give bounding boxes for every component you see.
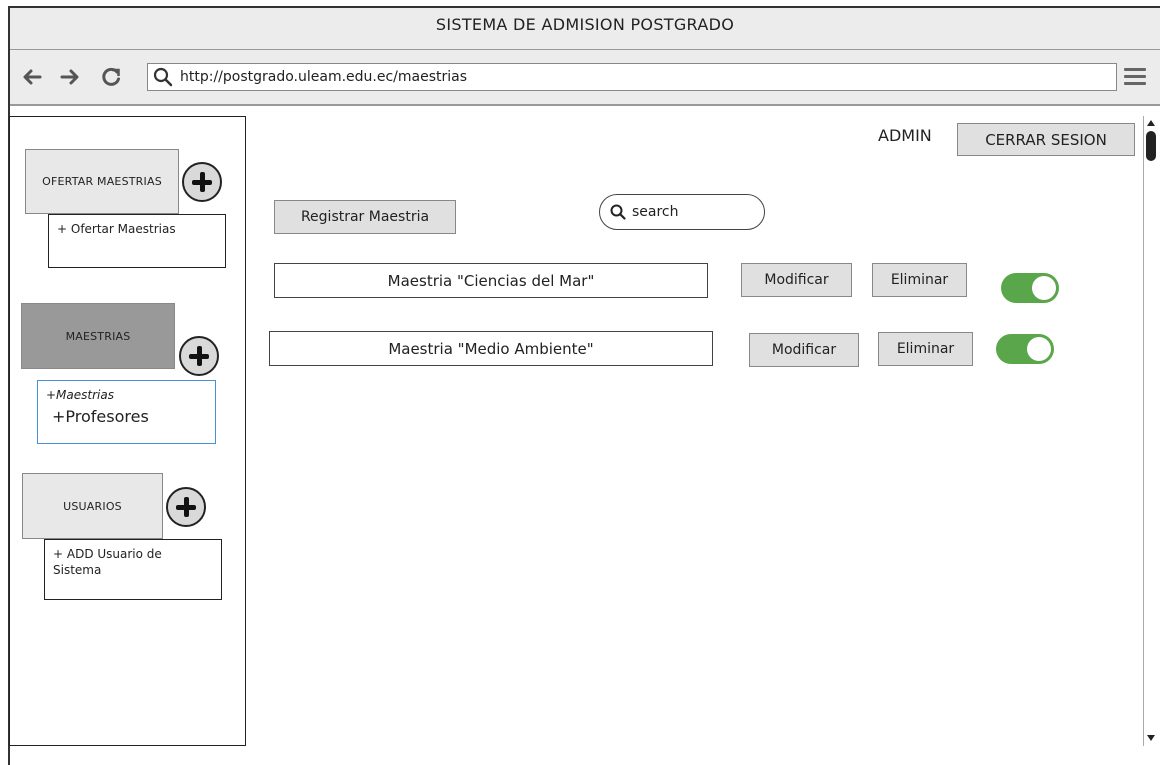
search-icon — [610, 204, 626, 220]
search-icon — [153, 67, 173, 87]
usuarios-submenu: + ADD Usuario de Sistema — [44, 539, 222, 600]
reload-icon[interactable] — [100, 66, 122, 88]
submenu-item-add-usuario[interactable]: + ADD Usuario de Sistema — [53, 546, 183, 578]
add-ofertar-plus-icon[interactable] — [182, 162, 222, 202]
delete-button[interactable]: Eliminar — [878, 332, 973, 366]
url-field[interactable]: http://postgrado.uleam.edu.ec/maestrias — [147, 63, 1117, 91]
maestria-name-field[interactable]: Maestria "Ciencias del Mar" — [274, 263, 708, 298]
modify-button[interactable]: Modificar — [749, 333, 859, 367]
add-maestrias-plus-icon[interactable] — [179, 336, 219, 376]
vertical-scrollbar[interactable] — [1143, 116, 1159, 746]
ofertar-maestrias-submenu: + Ofertar Maestrias — [48, 214, 226, 268]
current-user-label: ADMIN — [878, 126, 932, 145]
submenu-item-maestrias[interactable]: +Maestrias — [46, 387, 207, 403]
active-toggle[interactable] — [1001, 273, 1059, 303]
url-text: http://postgrado.uleam.edu.ec/maestrias — [180, 69, 468, 85]
nav-ofertar-maestrias-label: OFERTAR MAESTRIAS — [42, 175, 162, 188]
modify-button[interactable]: Modificar — [741, 263, 852, 297]
logout-button[interactable]: CERRAR SESION — [957, 123, 1135, 156]
maestrias-submenu: +Maestrias +Profesores — [37, 380, 216, 444]
scroll-up-arrow-icon[interactable] — [1145, 118, 1157, 128]
search-input[interactable]: search — [599, 194, 765, 230]
add-usuarios-plus-icon[interactable] — [166, 487, 206, 527]
scroll-thumb[interactable] — [1146, 131, 1156, 161]
nav-usuarios-button[interactable]: USUARIOS — [22, 473, 163, 539]
maestria-name-field[interactable]: Maestria "Medio Ambiente" — [269, 331, 713, 366]
back-arrow-icon[interactable] — [22, 68, 42, 86]
forward-arrow-icon[interactable] — [60, 68, 80, 86]
nav-maestrias-button[interactable]: MAESTRIAS — [21, 303, 175, 369]
scroll-down-arrow-icon[interactable] — [1145, 733, 1157, 743]
delete-button[interactable]: Eliminar — [872, 263, 967, 297]
hamburger-menu-icon[interactable] — [1124, 68, 1146, 86]
nav-maestrias-label: MAESTRIAS — [65, 329, 131, 343]
search-placeholder: search — [632, 204, 679, 220]
register-maestria-button[interactable]: Registrar Maestria — [274, 200, 456, 234]
active-toggle[interactable] — [996, 334, 1054, 364]
nav-ofertar-maestrias-button[interactable]: OFERTAR MAESTRIAS — [25, 149, 179, 214]
submenu-item-ofertar-maestrias[interactable]: + Ofertar Maestrias — [57, 221, 217, 237]
submenu-item-profesores[interactable]: +Profesores — [46, 409, 207, 425]
nav-usuarios-label: USUARIOS — [63, 499, 122, 513]
window-title: SISTEMA DE ADMISION POSTGRADO — [10, 8, 1160, 50]
